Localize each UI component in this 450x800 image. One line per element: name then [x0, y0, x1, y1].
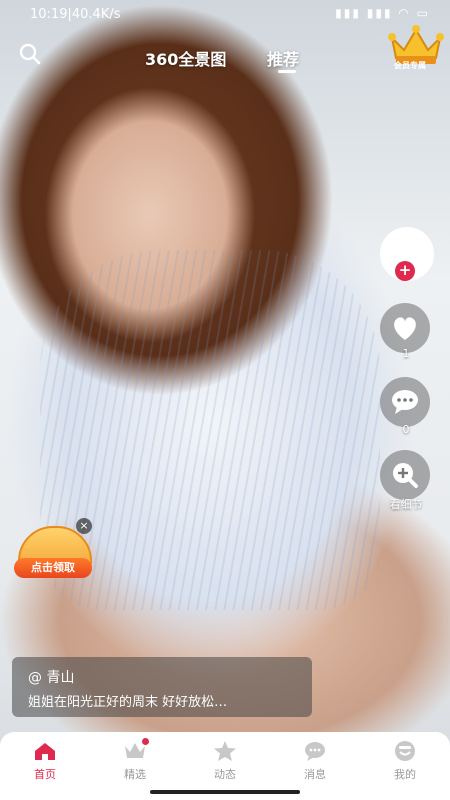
tab-360-panorama[interactable]: 360全景图 [145, 46, 226, 70]
home-indicator [150, 790, 300, 794]
zoom-in-icon [393, 463, 418, 488]
profile-icon [395, 741, 415, 761]
comment-button[interactable] [380, 377, 430, 427]
tab-featured[interactable]: 精选 [100, 738, 170, 782]
status-icons: ▮▮▮ ▮▮▮ ◠ ▭ [335, 6, 430, 20]
active-tab-indicator [278, 70, 296, 73]
tab-messages[interactable]: 消息 [280, 740, 350, 782]
tab-featured-label: 精选 [124, 768, 146, 781]
video-feed-screen: 10:19|40.4K/s ▮▮▮ ▮▮▮ ◠ ▭ 360全景图 推荐 会员专属… [0, 0, 450, 800]
like-button[interactable] [380, 303, 430, 353]
vip-crown-badge[interactable]: 会员专属 [388, 24, 444, 78]
video-caption-card[interactable]: @ 青山 姐姐在阳光正好的周末 好好放松… [12, 657, 312, 717]
tab-profile[interactable]: 我的 [370, 740, 440, 782]
top-nav: 360全景图 推荐 [0, 36, 450, 80]
heart-icon [394, 317, 416, 340]
reward-promo[interactable]: 点击领取 × [14, 518, 94, 580]
tab-messages-label: 消息 [304, 768, 326, 781]
home-icon [35, 743, 55, 760]
close-icon[interactable]: × [76, 518, 92, 534]
tab-home[interactable]: 首页 [10, 740, 80, 782]
star-icon [214, 741, 236, 761]
crown-icon [388, 25, 444, 64]
video-description: 姐姐在阳光正好的周末 好好放松… [28, 695, 228, 710]
follow-plus-icon[interactable]: + [395, 261, 415, 281]
like-count: 1 [402, 347, 410, 360]
tab-moments-label: 动态 [214, 768, 236, 781]
comment-icon [392, 390, 418, 414]
comment-count: 0 [402, 423, 410, 436]
tab-profile-label: 我的 [394, 768, 416, 781]
detail-button[interactable] [380, 450, 430, 500]
status-bar: 10:19|40.4K/s ▮▮▮ ▮▮▮ ◠ ▭ [0, 0, 450, 30]
message-icon [305, 742, 325, 761]
vip-badge-label: 会员专属 [394, 61, 426, 70]
tab-recommend[interactable]: 推荐 [267, 46, 299, 70]
claim-reward-button[interactable]: 点击领取 [14, 558, 92, 578]
tab-moments[interactable]: 动态 [190, 740, 260, 782]
search-icon[interactable] [18, 42, 42, 66]
detail-label: 看细节 [389, 498, 423, 511]
status-time: 10:19|40.4K/s [30, 7, 121, 22]
author-name[interactable]: @ 青山 [28, 667, 74, 687]
notification-dot [142, 738, 149, 745]
tab-home-label: 首页 [34, 768, 56, 781]
